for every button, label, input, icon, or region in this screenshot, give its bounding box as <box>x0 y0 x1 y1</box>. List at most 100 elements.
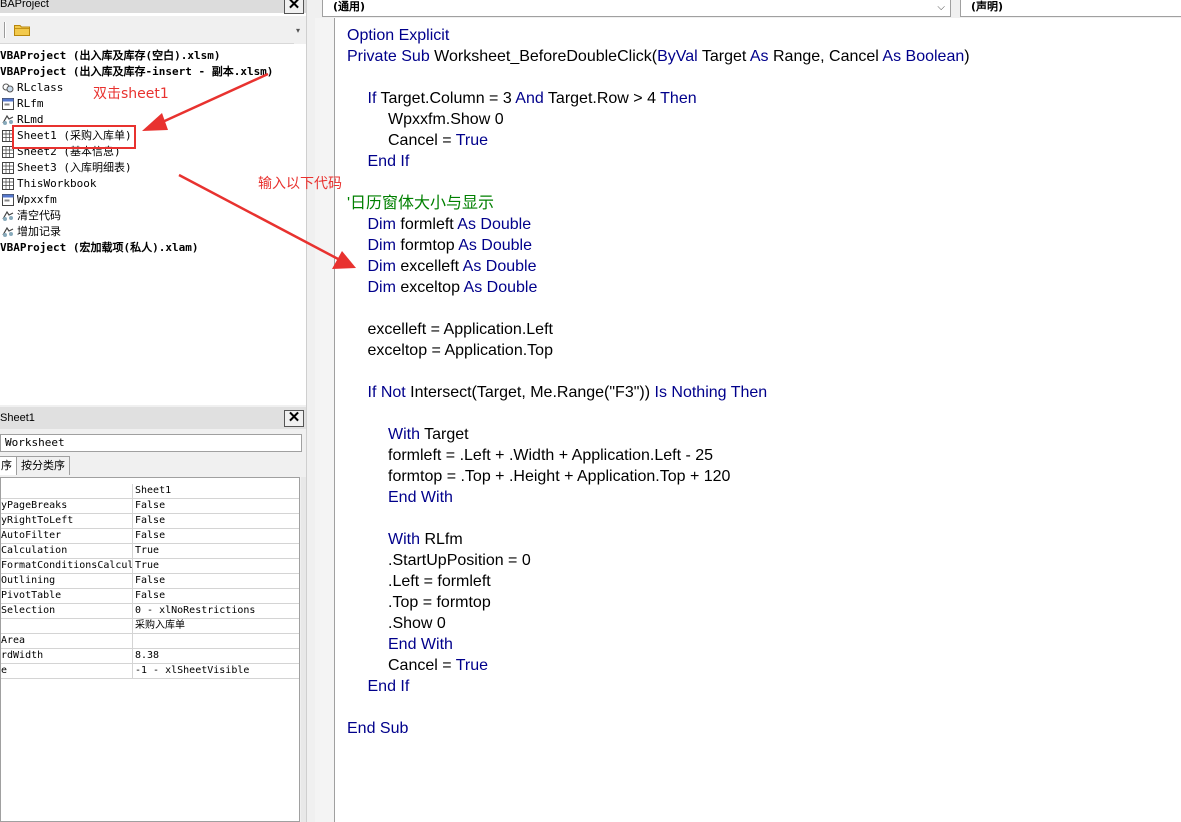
property-row[interactable]: AutoFilter False <box>1 529 299 544</box>
scroll-down-icon[interactable]: ▾ <box>296 26 300 35</box>
code-keyword: Then <box>660 90 697 107</box>
procedure-dropdown[interactable]: (声明) <box>960 0 1181 17</box>
properties-close-button[interactable]: ✕ <box>284 410 304 427</box>
property-value[interactable]: 采购入库单 <box>135 619 185 633</box>
code-keyword: As Double <box>463 279 538 296</box>
code-text: Target <box>697 48 750 65</box>
object-dropdown[interactable]: (通用) ⌵ <box>322 0 951 17</box>
code-line[interactable]: .Left = formleft <box>388 571 491 592</box>
property-value[interactable]: -1 - xlSheetVisible <box>135 664 249 678</box>
property-name <box>1 484 133 498</box>
code-line[interactable]: End If <box>368 676 410 697</box>
code-line[interactable]: exceltop = Application.Top <box>368 340 553 361</box>
code-keyword: End Sub <box>347 720 409 737</box>
code-line[interactable]: formleft = .Left + .Width + Application.… <box>388 445 713 466</box>
code-text: Target.Column = 3 <box>376 90 516 107</box>
property-row[interactable]: Calculation True <box>1 544 299 559</box>
code-text: formtop <box>395 237 459 254</box>
code-keyword: With <box>388 531 420 548</box>
code-keyword: Private Sub <box>347 48 435 65</box>
property-value[interactable]: True <box>135 559 159 573</box>
property-value[interactable]: 0 - xlNoRestrictions <box>135 604 255 618</box>
sheet-icon <box>2 162 14 174</box>
property-name: Calculation <box>1 544 133 558</box>
tab-alphabetic[interactable]: 序 <box>0 456 17 475</box>
property-value[interactable]: True <box>135 544 159 558</box>
code-line[interactable]: Wpxxfm.Show 0 <box>388 109 504 130</box>
code-line[interactable]: Dim formleft As Double <box>368 214 532 235</box>
code-line[interactable]: End If <box>368 151 410 172</box>
project-tree-item-label: Sheet3 (入库明细表) <box>17 161 132 174</box>
code-line[interactable]: .Top = formtop <box>388 592 491 613</box>
code-keyword: With <box>388 426 420 443</box>
code-window: (通用) ⌵ (声明) Option Explicit Private Sub W… <box>315 0 1181 822</box>
enter-code-hint: 输入以下代码 <box>258 176 342 192</box>
property-row[interactable]: Outlining False <box>1 574 299 589</box>
code-editor[interactable]: Option Explicit Private Sub Worksheet_Bef… <box>336 18 1181 822</box>
code-line[interactable]: '日历窗体大小与显示 <box>347 193 494 214</box>
project-explorer-scrollbar[interactable]: ▾ <box>294 16 306 44</box>
property-value[interactable]: False <box>135 589 165 603</box>
property-row[interactable]: FormatConditionsCalcul: True <box>1 559 299 574</box>
property-row[interactable]: 采购入库单 <box>1 619 299 634</box>
code-line[interactable]: Option Explicit <box>347 25 449 46</box>
code-line[interactable]: Dim formtop As Double <box>368 235 533 256</box>
code-line[interactable]: Private Sub Worksheet_BeforeDoubleClick(… <box>347 46 970 67</box>
property-value[interactable]: False <box>135 574 165 588</box>
code-line[interactable]: Dim excelleft As Double <box>368 256 537 277</box>
code-line[interactable]: .StartUpPosition = 0 <box>388 550 531 571</box>
code-comment: '日历窗体大小与显示 <box>347 195 495 212</box>
code-line[interactable]: Dim exceltop As Double <box>368 277 538 298</box>
code-line[interactable]: Cancel = True <box>388 655 488 676</box>
code-line[interactable]: .Show 0 <box>388 613 446 634</box>
code-text: formleft <box>395 216 458 233</box>
chevron-down-icon: ⌵ <box>937 2 945 13</box>
code-text: ) <box>964 48 970 65</box>
code-keyword: End With <box>388 489 453 506</box>
code-line[interactable]: End Sub <box>347 718 408 739</box>
code-margin-indicator-bar[interactable] <box>315 18 335 822</box>
code-text: .Top = formtop <box>388 594 491 611</box>
property-name: rdWidth <box>1 649 133 663</box>
property-row[interactable]: yRightToLeft False <box>1 514 299 529</box>
property-row[interactable]: Sheet1 <box>1 484 299 499</box>
property-name: yPageBreaks <box>1 499 133 513</box>
property-value[interactable]: False <box>135 529 165 543</box>
properties-title: Sheet1 <box>0 412 35 424</box>
code-line[interactable]: With RLfm <box>388 529 463 550</box>
code-line[interactable]: With Target <box>388 424 469 445</box>
toggle-folders-icon[interactable] <box>14 24 30 36</box>
code-line[interactable]: End With <box>388 634 453 655</box>
code-keyword: ByVal <box>657 48 698 65</box>
object-dropdown-value: (通用) <box>333 0 366 13</box>
project-tree-item-label: ThisWorkbook <box>17 177 97 190</box>
property-name: FormatConditionsCalcul: <box>1 559 133 573</box>
form-icon <box>2 98 14 110</box>
code-keyword: As Boolean <box>882 48 965 65</box>
code-text: excelleft = Application.Left <box>367 321 553 338</box>
pane-splitter[interactable] <box>306 0 315 822</box>
project-explorer-close-button[interactable]: ✕ <box>284 0 304 14</box>
property-name: Area <box>1 634 133 648</box>
tab-categorized[interactable]: 按分类序 <box>16 456 70 475</box>
code-line[interactable]: formtop = .Top + .Height + Application.T… <box>388 466 730 487</box>
property-row[interactable]: yPageBreaks False <box>1 499 299 514</box>
property-row[interactable]: PivotTable False <box>1 589 299 604</box>
code-keyword: End If <box>367 678 410 695</box>
code-text: RLfm <box>420 531 463 548</box>
property-row[interactable]: rdWidth 8.38 <box>1 649 299 664</box>
property-row[interactable]: e -1 - xlSheetVisible <box>1 664 299 679</box>
property-value[interactable]: False <box>135 499 165 513</box>
property-row[interactable]: Selection 0 - xlNoRestrictions <box>1 604 299 619</box>
property-value[interactable]: False <box>135 514 165 528</box>
property-value[interactable]: 8.38 <box>135 649 159 663</box>
code-line[interactable]: If Target.Column = 3 And Target.Row > 4 … <box>368 88 697 109</box>
code-line[interactable]: Cancel = True <box>388 130 488 151</box>
properties-object-dropdown[interactable]: Worksheet ⌵ <box>0 434 302 452</box>
property-row[interactable]: Area <box>1 634 299 649</box>
project-explorer-titlebar: BAProject <box>0 0 306 13</box>
code-line[interactable]: If Not Intersect(Target, Me.Range("F3"))… <box>368 382 768 403</box>
code-line[interactable]: End With <box>388 487 453 508</box>
code-line[interactable]: excelleft = Application.Left <box>368 319 553 340</box>
property-value[interactable]: Sheet1 <box>135 484 171 498</box>
